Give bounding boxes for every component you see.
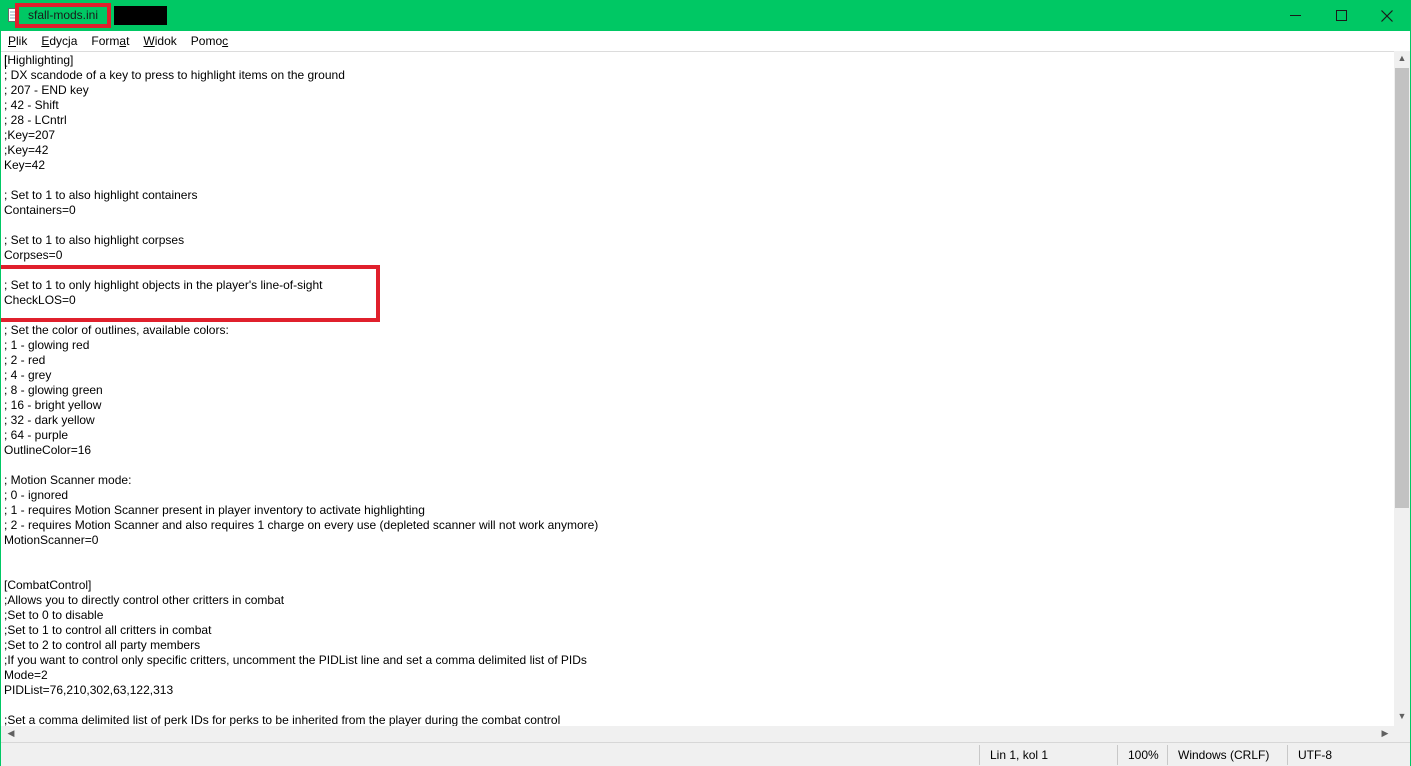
redaction-bar: [114, 6, 167, 25]
editor-line: ;Allows you to directly control other cr…: [4, 593, 285, 607]
title-bar[interactable]: sfall-mods.ini: [0, 0, 1411, 31]
editor-line: OutlineColor=16: [4, 443, 92, 457]
editor-line: ;Set to 2 to control all party members: [4, 638, 201, 652]
scroll-left-arrow-icon[interactable]: ◀: [3, 728, 19, 739]
editor-line: ; 64 - purple: [4, 428, 69, 442]
status-zoom: 100%: [1117, 745, 1167, 765]
editor-line: ; 8 - glowing green: [4, 383, 103, 397]
maximize-icon: [1335, 10, 1347, 21]
editor-line: ;Set a comma delimited list of perk IDs …: [4, 713, 561, 726]
status-cursor-position: Lin 1, kol 1: [979, 745, 1119, 765]
horizontal-scrollbar[interactable]: ◀ ▶: [1, 726, 1394, 742]
editor-line: ;If you want to control only specific cr…: [4, 653, 587, 667]
minimize-icon: [1289, 15, 1301, 16]
editor-line: ; 1 - requires Motion Scanner present in…: [4, 503, 425, 517]
menu-widok[interactable]: Widok: [136, 31, 183, 51]
editor-line: Containers=0: [4, 203, 76, 217]
editor-line: PIDList=76,210,302,63,122,313: [4, 683, 174, 697]
menu-pomoc[interactable]: Pomoc: [184, 31, 235, 51]
editor-line: ; DX scandode of a key to press to highl…: [4, 68, 345, 82]
text-editor-area[interactable]: [Highlighting]; DX scandode of a key to …: [1, 51, 1394, 726]
editor-line: ; 28 - LCntrl: [4, 113, 67, 127]
editor-line: ; Set to 1 to also highlight containers: [4, 188, 198, 202]
editor-line: ;Key=207: [4, 128, 56, 142]
editor-line: ; Motion Scanner mode:: [4, 473, 132, 487]
editor-line: ; 207 - END key: [4, 83, 89, 97]
editor-line: ; Set to 1 to also highlight corpses: [4, 233, 185, 247]
close-icon: [1381, 9, 1393, 22]
editor-line: ;Set to 1 to control all critters in com…: [4, 623, 212, 637]
editor-line: ; Set to 1 to only highlight objects in …: [4, 278, 323, 292]
scroll-up-arrow-icon[interactable]: ▲: [1394, 53, 1410, 63]
status-line-ending: Windows (CRLF): [1167, 745, 1287, 765]
editor-line: ; 2 - requires Motion Scanner and also r…: [4, 518, 599, 532]
title-highlight-box: [15, 3, 111, 28]
maximize-button[interactable]: [1318, 0, 1364, 31]
menu-format[interactable]: Format: [84, 31, 136, 51]
editor-line: ; 1 - glowing red: [4, 338, 90, 352]
menu-bar: Plik Edycja Format Widok Pomoc: [1, 31, 1410, 51]
editor-line: ; 16 - bright yellow: [4, 398, 102, 412]
editor-line: ; 32 - dark yellow: [4, 413, 95, 427]
scrollbar-corner: [1394, 726, 1410, 742]
editor-line: Corpses=0: [4, 248, 63, 262]
editor-line: ; 2 - red: [4, 353, 46, 367]
status-bar: Lin 1, kol 1 100% Windows (CRLF) UTF-8: [1, 742, 1410, 766]
editor-line: ; 0 - ignored: [4, 488, 69, 502]
scroll-right-arrow-icon[interactable]: ▶: [1377, 728, 1393, 739]
close-button[interactable]: [1364, 0, 1410, 31]
menu-edycja[interactable]: Edycja: [34, 31, 84, 51]
editor-line: [CombatControl]: [4, 578, 92, 592]
editor-line: ;Set to 0 to disable: [4, 608, 104, 622]
editor-line: [Highlighting]: [4, 53, 74, 67]
scroll-down-arrow-icon[interactable]: ▼: [1394, 711, 1410, 721]
editor-line: ; 4 - grey: [4, 368, 52, 382]
editor-line: Key=42: [4, 158, 46, 172]
status-encoding: UTF-8: [1287, 745, 1409, 765]
editor-line: Mode=2: [4, 668, 48, 682]
editor-line: CheckLOS=0: [4, 293, 76, 307]
editor-line: ;Key=42: [4, 143, 49, 157]
editor-line: ; 42 - Shift: [4, 98, 59, 112]
menu-plik[interactable]: Plik: [1, 31, 34, 51]
editor-line: MotionScanner=0: [4, 533, 99, 547]
editor-line: ; Set the color of outlines, available c…: [4, 323, 229, 337]
vertical-scroll-thumb[interactable]: [1395, 68, 1409, 508]
vertical-scrollbar[interactable]: ▲ ▼: [1394, 51, 1410, 726]
minimize-button[interactable]: [1272, 0, 1318, 31]
